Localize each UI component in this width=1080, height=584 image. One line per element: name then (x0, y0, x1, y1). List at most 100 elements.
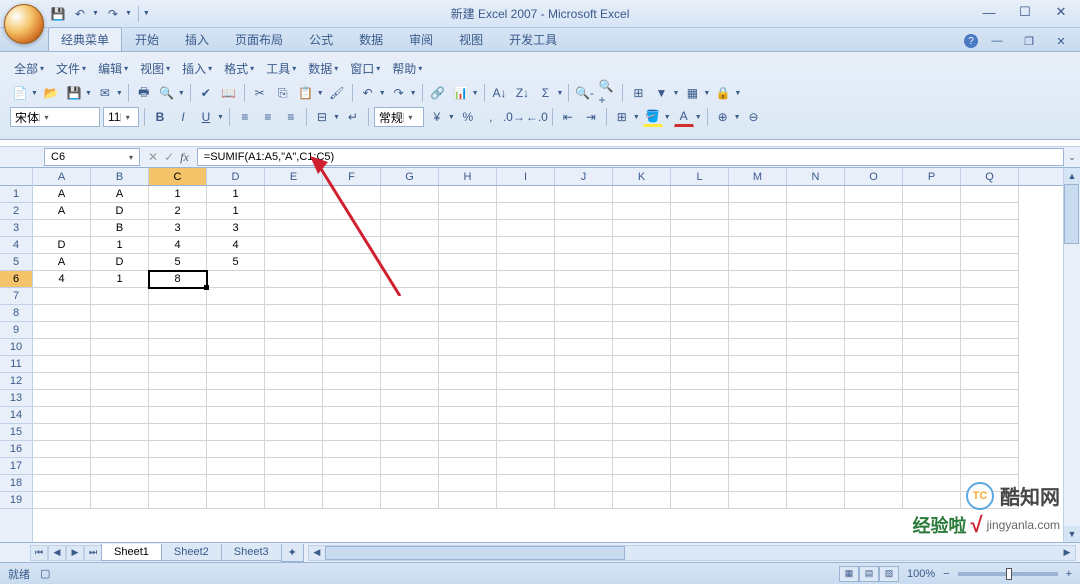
merge-cells-icon[interactable]: ⊟ (312, 107, 332, 127)
cell[interactable] (381, 203, 439, 220)
cell[interactable] (613, 390, 671, 407)
hyperlink-icon[interactable]: 🔗 (428, 83, 448, 103)
cell[interactable] (613, 424, 671, 441)
increase-indent-icon[interactable]: ⇥ (581, 107, 601, 127)
cell[interactable]: 4 (33, 271, 91, 288)
cell[interactable] (903, 288, 961, 305)
cell[interactable] (381, 475, 439, 492)
cell[interactable] (961, 305, 1019, 322)
font-color-dropdown[interactable]: ▼ (695, 114, 702, 121)
cell[interactable] (33, 441, 91, 458)
page-break-view-icon[interactable]: ▧ (879, 566, 899, 582)
tab-developer[interactable]: 开发工具 (496, 27, 570, 51)
cell[interactable] (961, 271, 1019, 288)
cell[interactable] (845, 271, 903, 288)
ribbon-minimize-button[interactable]: — (984, 31, 1010, 51)
cell[interactable] (439, 322, 497, 339)
cell[interactable] (845, 492, 903, 509)
row-header[interactable]: 13 (0, 390, 32, 407)
tab-insert[interactable]: 插入 (172, 27, 222, 51)
cell[interactable] (671, 424, 729, 441)
cell[interactable] (439, 475, 497, 492)
cell[interactable] (497, 203, 555, 220)
zoom-slider[interactable] (958, 572, 1058, 576)
cell[interactable] (613, 441, 671, 458)
menu-window[interactable]: 窗口▾ (346, 58, 384, 79)
comma-icon[interactable]: , (481, 107, 501, 127)
cell[interactable]: 1 (91, 237, 149, 254)
cell[interactable] (787, 407, 845, 424)
cell[interactable] (497, 373, 555, 390)
office-button[interactable] (4, 4, 44, 44)
cell[interactable] (149, 339, 207, 356)
prev-sheet-icon[interactable]: ◀ (48, 545, 66, 561)
cell[interactable] (265, 203, 323, 220)
cell[interactable] (961, 373, 1019, 390)
cell[interactable] (497, 492, 555, 509)
column-header[interactable]: I (497, 168, 555, 185)
cell[interactable] (729, 237, 787, 254)
cell[interactable] (613, 339, 671, 356)
protect-dropdown[interactable]: ▼ (734, 90, 741, 97)
menu-view[interactable]: 视图▾ (136, 58, 174, 79)
cell[interactable] (439, 441, 497, 458)
cell[interactable] (33, 322, 91, 339)
cell[interactable] (613, 271, 671, 288)
cell[interactable] (613, 373, 671, 390)
column-header[interactable]: K (613, 168, 671, 185)
cell[interactable] (439, 271, 497, 288)
paste-icon[interactable]: 📋 (296, 83, 316, 103)
cell[interactable] (381, 305, 439, 322)
cell[interactable] (265, 339, 323, 356)
cell[interactable] (265, 237, 323, 254)
cell[interactable] (439, 237, 497, 254)
fx-icon[interactable]: fx (180, 150, 189, 165)
cell[interactable] (729, 339, 787, 356)
cell[interactable] (903, 305, 961, 322)
cell[interactable] (265, 475, 323, 492)
cell[interactable] (903, 390, 961, 407)
chevron-down-icon[interactable]: ▾ (129, 153, 133, 162)
cell[interactable] (671, 390, 729, 407)
insert-cells-icon[interactable]: ⊕ (713, 107, 733, 127)
cancel-icon[interactable]: ✕ (148, 150, 158, 164)
cell[interactable] (845, 322, 903, 339)
cell[interactable]: B (91, 220, 149, 237)
cell[interactable] (961, 475, 1019, 492)
tab-view[interactable]: 视图 (446, 27, 496, 51)
cell[interactable] (323, 407, 381, 424)
sheet-tab-2[interactable]: Sheet2 (161, 544, 222, 561)
cell[interactable]: 8 (149, 271, 207, 288)
formula-bar-expand-icon[interactable]: ⌄ (1064, 152, 1080, 163)
cell[interactable] (613, 203, 671, 220)
zoom-knob[interactable] (1006, 568, 1012, 580)
sort-desc-icon[interactable]: Z↓ (513, 83, 533, 103)
page-layout-view-icon[interactable]: ▤ (859, 566, 879, 582)
cell[interactable] (323, 339, 381, 356)
cell[interactable] (323, 424, 381, 441)
cell[interactable] (671, 407, 729, 424)
redo-dropdown[interactable]: ▼ (410, 90, 417, 97)
cell[interactable] (961, 322, 1019, 339)
mail-dropdown[interactable]: ▼ (116, 90, 123, 97)
cell[interactable] (207, 356, 265, 373)
insert-dropdown[interactable]: ▼ (734, 114, 741, 121)
cell[interactable] (845, 441, 903, 458)
cell[interactable] (381, 407, 439, 424)
select-all-corner[interactable] (0, 168, 32, 186)
cell[interactable] (671, 441, 729, 458)
row-header[interactable]: 14 (0, 407, 32, 424)
mail-icon[interactable]: ✉ (95, 83, 115, 103)
cell[interactable] (381, 322, 439, 339)
cell[interactable] (555, 271, 613, 288)
undo-icon[interactable]: ↶ (358, 83, 378, 103)
number-format-combo[interactable]: 常规▾ (374, 107, 424, 127)
cell[interactable] (787, 271, 845, 288)
cell[interactable] (613, 458, 671, 475)
scroll-thumb[interactable] (325, 546, 625, 560)
cell[interactable] (149, 305, 207, 322)
fill-color-icon[interactable]: 🪣 (643, 107, 663, 127)
cell[interactable] (497, 237, 555, 254)
cell[interactable] (381, 271, 439, 288)
cell[interactable] (787, 356, 845, 373)
